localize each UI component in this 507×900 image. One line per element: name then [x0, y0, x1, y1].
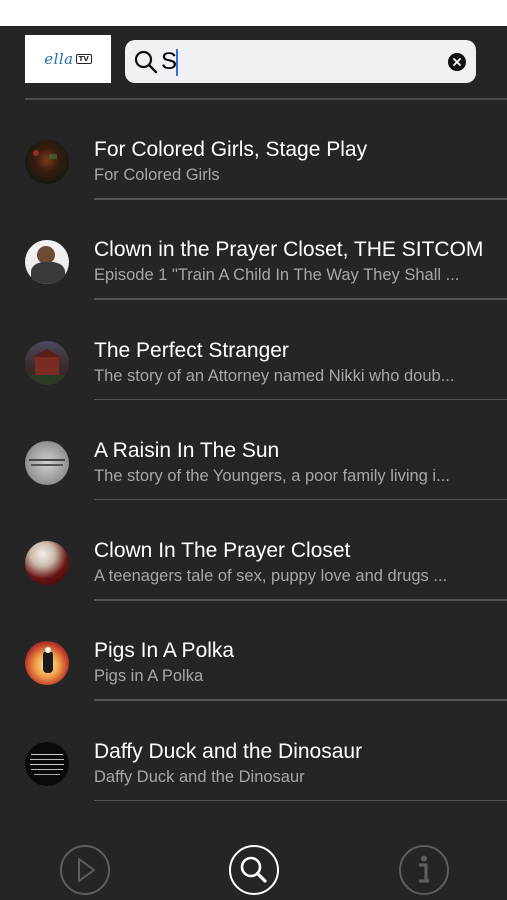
list-item[interactable]: Clown In The Prayer Closet A teenagers t…: [0, 501, 507, 601]
item-subtitle: Episode 1 "Train A Child In The Way They…: [94, 266, 460, 285]
status-bar: [0, 0, 507, 26]
divider: [94, 699, 507, 701]
thumbnail: [25, 741, 69, 786]
app-logo[interactable]: ella TV: [25, 35, 111, 83]
thumbnail: [25, 541, 69, 586]
logo-text: ella: [44, 50, 74, 68]
item-subtitle: For Colored Girls: [94, 166, 220, 184]
list-item[interactable]: A Raisin In The Sun The story of the You…: [0, 401, 507, 501]
item-subtitle: The story of the Youngers, a poor family…: [94, 466, 450, 485]
search-bar[interactable]: [125, 40, 476, 83]
play-icon[interactable]: [59, 844, 111, 896]
divider: [94, 198, 507, 200]
item-subtitle: Pigs in A Polka: [94, 667, 204, 686]
thumbnail: [25, 440, 69, 485]
divider: [94, 498, 507, 501]
close-icon: [453, 58, 461, 66]
divider: [94, 799, 507, 802]
item-title: Pigs In A Polka: [94, 639, 235, 663]
item-title: The Perfect Stranger: [94, 338, 289, 362]
text-caret: [176, 49, 178, 76]
list-item[interactable]: The Perfect Stranger The story of an Att…: [0, 301, 507, 401]
tv-icon: TV: [75, 54, 92, 64]
search-icon[interactable]: [228, 844, 280, 896]
list-item[interactable]: Pigs In A Polka Pigs in A Polka: [0, 601, 507, 701]
list-item[interactable]: Daffy Duck and the Dinosaur Daffy Duck a…: [0, 702, 507, 802]
thumbnail: [25, 340, 69, 385]
thumbnail: [25, 140, 69, 184]
divider: [94, 398, 507, 401]
search-icon: [134, 50, 158, 74]
search-input[interactable]: [161, 46, 431, 78]
divider: [94, 599, 507, 601]
item-title: A Raisin In The Sun: [94, 438, 280, 462]
tab-bar: [0, 830, 507, 900]
item-subtitle: Daffy Duck and the Dinosaur: [94, 767, 305, 786]
header: ella TV: [0, 26, 507, 100]
thumbnail: [25, 641, 69, 686]
info-icon[interactable]: [398, 844, 450, 896]
item-title: Daffy Duck and the Dinosaur: [94, 739, 363, 763]
list-item[interactable]: Clown in the Prayer Closet, THE SITCOM E…: [0, 200, 507, 300]
item-title: For Colored Girls, Stage Play: [94, 138, 368, 161]
item-subtitle: The story of an Attorney named Nikki who…: [94, 366, 455, 385]
thumbnail: [25, 240, 69, 285]
search-results-list: For Colored Girls, Stage Play For Colore…: [0, 100, 507, 802]
item-title: Clown In The Prayer Closet: [94, 539, 351, 563]
clear-search-button[interactable]: [448, 53, 466, 71]
list-item[interactable]: For Colored Girls, Stage Play For Colore…: [0, 100, 507, 200]
item-title: Clown in the Prayer Closet, THE SITCOM: [94, 238, 484, 262]
item-subtitle: A teenagers tale of sex, puppy love and …: [94, 567, 448, 586]
divider: [94, 298, 507, 300]
